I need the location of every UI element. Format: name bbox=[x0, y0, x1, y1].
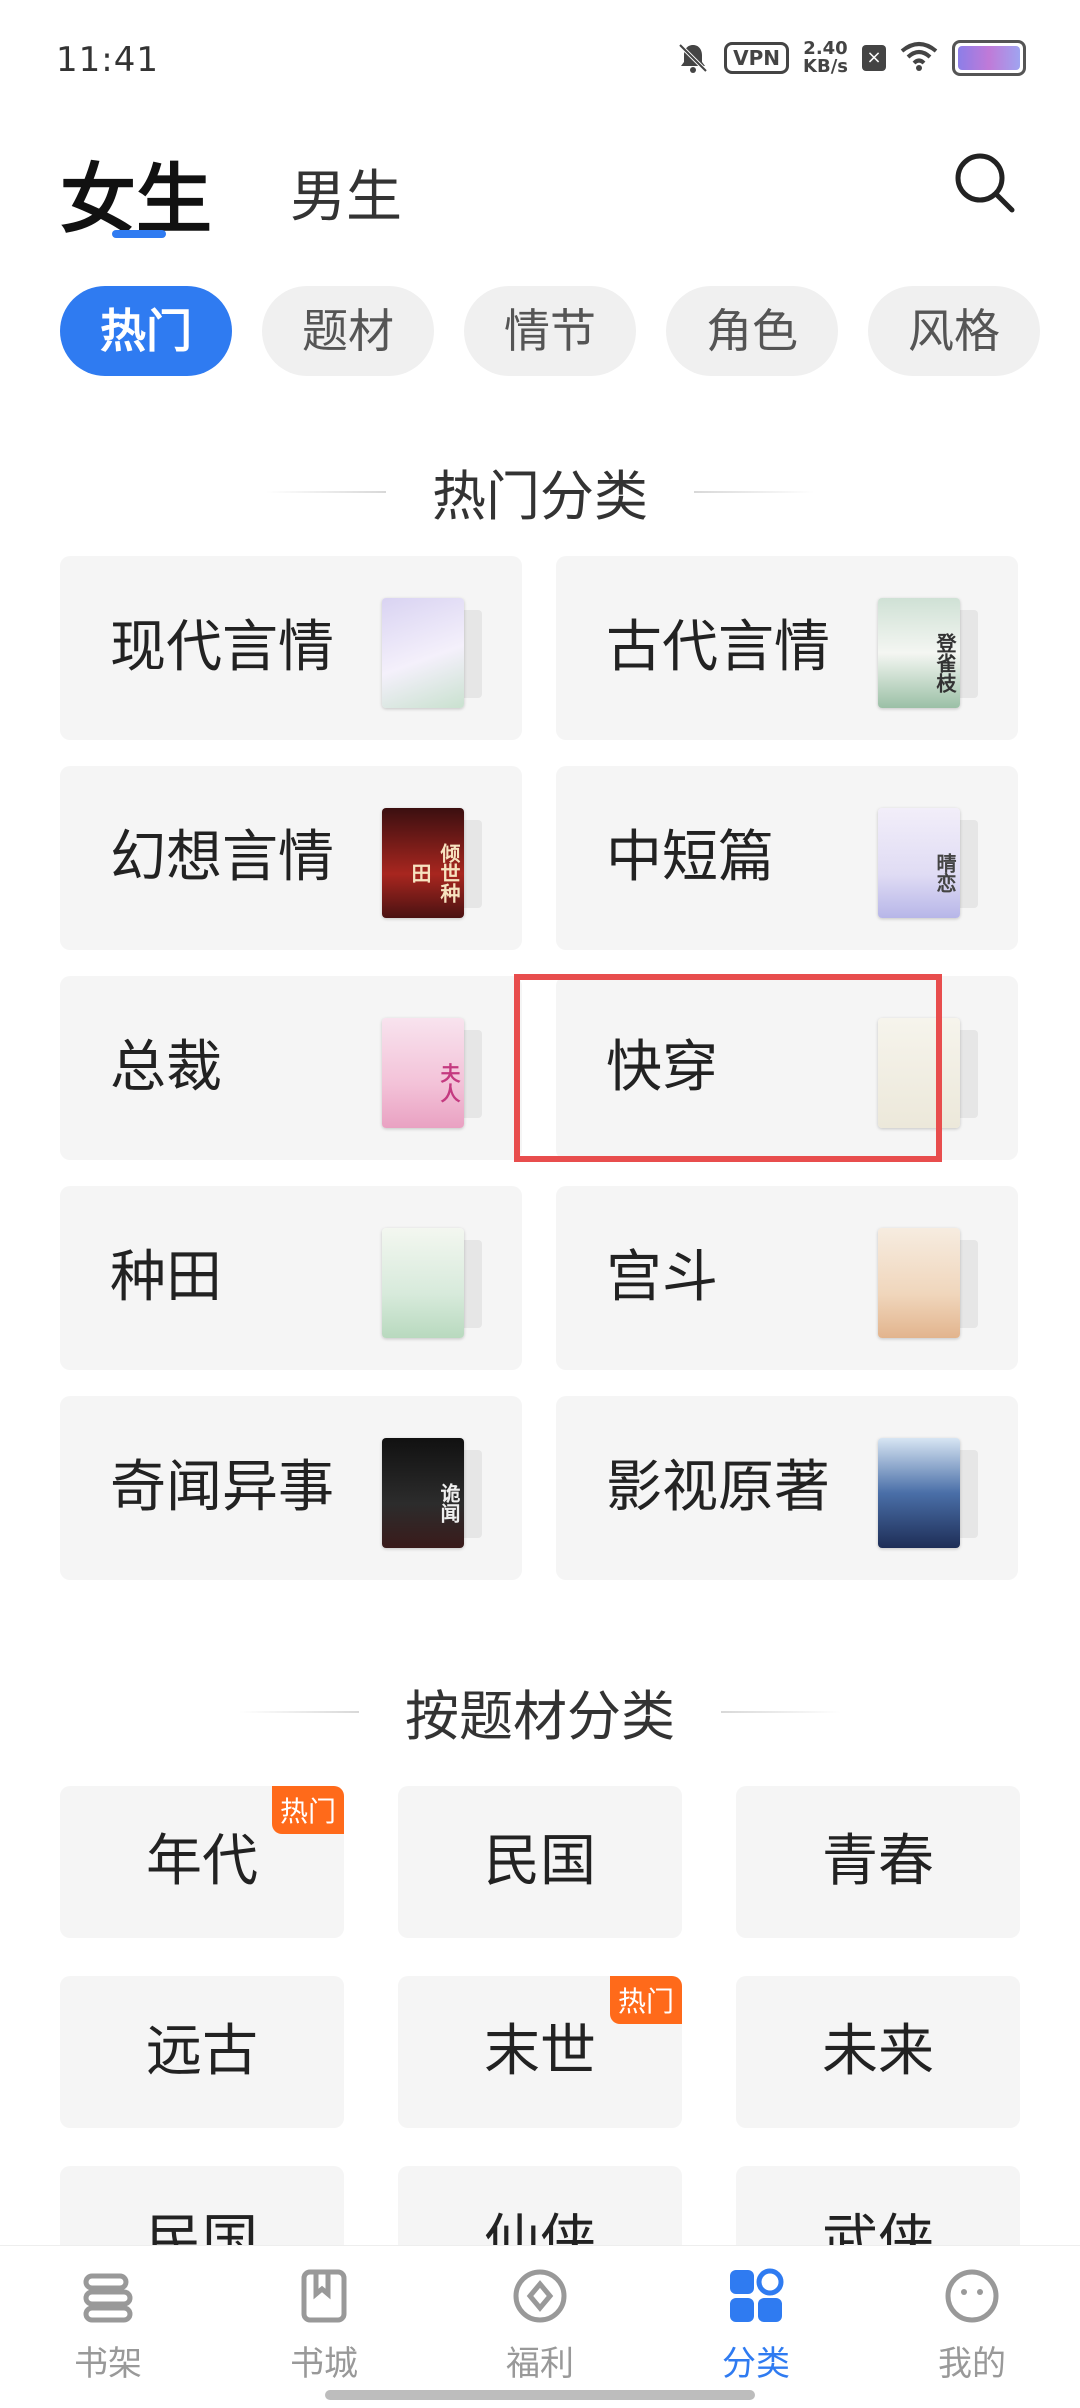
book-cover bbox=[382, 598, 482, 710]
book-cover: 诡闻 bbox=[382, 1438, 482, 1550]
category-card-ceo[interactable]: 总裁 夫人 bbox=[60, 976, 522, 1160]
category-card-modern-romance[interactable]: 现代言情 bbox=[60, 556, 522, 740]
vpn-indicator: VPN bbox=[724, 42, 790, 74]
theme-card-republic[interactable]: 民国 bbox=[398, 1786, 682, 1938]
book-cover bbox=[878, 1438, 978, 1550]
hot-badge: 热门 bbox=[271, 1786, 344, 1834]
battery-icon bbox=[952, 40, 1026, 76]
category-card-strange-tales[interactable]: 奇闻异事 诡闻 bbox=[60, 1396, 522, 1580]
theme-section-title: 按题材分类 bbox=[0, 1672, 1080, 1751]
category-card-short-stories[interactable]: 中短篇 晴恋 bbox=[556, 766, 1018, 950]
hot-badge: 热门 bbox=[609, 1976, 682, 2024]
welfare-icon bbox=[510, 2266, 570, 2326]
nav-bookstore[interactable]: 书城 bbox=[216, 2266, 432, 2385]
theme-card-future[interactable]: 未来 bbox=[736, 1976, 1020, 2128]
gender-tabs: 女生 男生 bbox=[60, 138, 1020, 248]
bell-off-icon bbox=[676, 41, 710, 75]
theme-card-era[interactable]: 年代 热门 bbox=[60, 1786, 344, 1938]
hot-section-title: 热门分类 bbox=[0, 452, 1080, 531]
nav-welfare[interactable]: 福利 bbox=[432, 2266, 648, 2385]
highlight-box bbox=[514, 974, 942, 1162]
chip-style[interactable]: 风格 bbox=[868, 286, 1040, 376]
active-tab-indicator bbox=[112, 230, 166, 238]
chip-plot[interactable]: 情节 bbox=[464, 286, 636, 376]
bottom-nav: 书架 书城 福利 分类 我的 bbox=[0, 2245, 1080, 2408]
book-cover bbox=[382, 1228, 482, 1340]
wifi-icon bbox=[900, 41, 938, 75]
search-icon[interactable] bbox=[950, 148, 1020, 218]
category-card-fantasy-romance[interactable]: 幻想言情 倾世种田 bbox=[60, 766, 522, 950]
theme-card-youth[interactable]: 青春 bbox=[736, 1786, 1020, 1938]
tab-male[interactable]: 男生 bbox=[290, 152, 402, 233]
theme-card-prehistoric[interactable]: 远古 bbox=[60, 1976, 344, 2128]
filter-chips: 热门 题材 情节 角色 风格 bbox=[60, 286, 1040, 378]
status-time: 11:41 bbox=[56, 40, 159, 80]
book-cover bbox=[878, 1228, 978, 1340]
network-speed-unit: KB/s bbox=[803, 56, 848, 77]
bookshelf-icon bbox=[78, 2266, 138, 2326]
book-cover: 夫人 bbox=[382, 1018, 482, 1130]
nav-bookshelf[interactable]: 书架 bbox=[0, 2266, 216, 2385]
chip-role[interactable]: 角色 bbox=[666, 286, 838, 376]
status-icons: VPN 2.40 KB/s × bbox=[676, 40, 1026, 76]
category-card-film-original[interactable]: 影视原著 bbox=[556, 1396, 1018, 1580]
category-card-farming[interactable]: 种田 bbox=[60, 1186, 522, 1370]
category-card-palace[interactable]: 宫斗 bbox=[556, 1186, 1018, 1370]
network-speed: 2.40 KB/s bbox=[803, 40, 848, 76]
home-indicator[interactable] bbox=[325, 2390, 755, 2400]
book-cover: 登雀枝 bbox=[878, 598, 978, 710]
nav-category[interactable]: 分类 bbox=[648, 2266, 864, 2385]
book-cover: 倾世种田 bbox=[382, 808, 482, 920]
category-card-ancient-romance[interactable]: 古代言情 登雀枝 bbox=[556, 556, 1018, 740]
sim-off-icon: × bbox=[862, 45, 886, 71]
book-cover: 晴恋 bbox=[878, 808, 978, 920]
chip-hot[interactable]: 热门 bbox=[60, 286, 232, 376]
theme-card-apocalypse[interactable]: 末世 热门 bbox=[398, 1976, 682, 2128]
bookstore-icon bbox=[294, 2266, 354, 2326]
status-bar: 11:41 VPN 2.40 KB/s × bbox=[0, 0, 1080, 120]
category-icon bbox=[726, 2266, 786, 2326]
nav-profile[interactable]: 我的 bbox=[864, 2266, 1080, 2385]
chip-theme[interactable]: 题材 bbox=[262, 286, 434, 376]
profile-icon bbox=[942, 2266, 1002, 2326]
